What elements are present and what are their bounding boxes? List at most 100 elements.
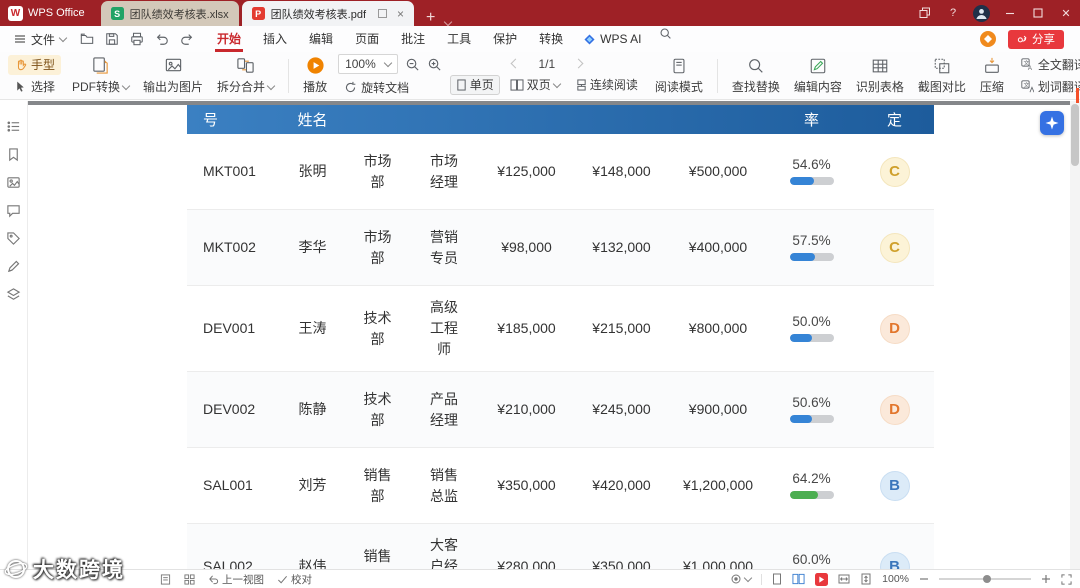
edit-content-button[interactable]: 编辑内容 (787, 55, 849, 97)
grade-badge: C (879, 156, 910, 187)
continuous-read-button[interactable]: 连续阅读 (570, 75, 644, 95)
grid-view-icon[interactable] (184, 573, 195, 585)
help-icon[interactable]: ? (939, 0, 967, 26)
tag-panel-icon[interactable] (6, 231, 21, 246)
cell-amount-3: ¥400,000 (688, 239, 748, 255)
play-slideshow-button[interactable] (815, 572, 829, 586)
double-page-view-icon[interactable] (792, 573, 805, 585)
tab-list-caret-icon[interactable] (444, 17, 453, 27)
image-panel-icon[interactable] (6, 175, 21, 190)
user-avatar[interactable] (973, 4, 990, 22)
minimize-button[interactable] (996, 0, 1024, 26)
zoom-select[interactable]: 100% (338, 54, 398, 74)
header-cell: 号 (203, 112, 219, 129)
cell-name: 陈静 (298, 401, 327, 417)
pin-tab-icon[interactable] (378, 9, 388, 18)
zoom-in-button[interactable] (1041, 574, 1051, 584)
document-workspace: 号 姓名 率 定 MKT001 张明 市场部 市场经理 ¥125,000 ¥14… (0, 88, 1080, 588)
select-tool-button[interactable]: 选择 (8, 77, 61, 97)
single-page-button[interactable]: 单页 (449, 74, 500, 95)
compress-button[interactable]: 压缩 (973, 55, 1011, 97)
header-cell (668, 105, 768, 134)
promotion-icon[interactable] (980, 31, 996, 47)
single-page-view-icon[interactable] (772, 573, 782, 585)
split-merge-button[interactable]: 拆分合并 (210, 54, 281, 97)
zoom-slider-thumb[interactable] (983, 575, 991, 583)
file-menu-button[interactable]: 文件 (8, 31, 72, 48)
outline-panel-icon[interactable] (6, 119, 21, 134)
fullscreen-button[interactable] (1061, 573, 1072, 585)
ribbon-tab-convert[interactable]: 转换 (528, 27, 574, 52)
fit-width-icon[interactable] (838, 573, 850, 585)
ribbon-tab-insert[interactable]: 插入 (252, 27, 298, 52)
double-page-icon (510, 78, 524, 91)
previous-view-button[interactable]: 上一视图 (208, 572, 264, 587)
read-mode-button[interactable]: 阅读模式 (648, 55, 710, 97)
zoom-slider[interactable] (939, 575, 1031, 583)
page-thumb-icon[interactable] (160, 573, 171, 585)
open-file-icon[interactable] (80, 32, 94, 46)
zoom-percent-label[interactable]: 100% (882, 573, 909, 585)
ribbon-search-icon[interactable] (651, 27, 680, 52)
maximize-button[interactable] (1024, 0, 1052, 26)
window-layout-icon[interactable] (911, 0, 939, 26)
print-icon[interactable] (130, 32, 144, 46)
scrollbar-thumb[interactable] (1071, 104, 1079, 166)
svg-text:文: 文 (1023, 81, 1029, 89)
ribbon-tab-home[interactable]: 开始 (206, 27, 252, 52)
ribbon-tab-protect[interactable]: 保护 (482, 27, 528, 52)
document-tab-xlsx[interactable]: S 团队绩效考核表.xlsx (100, 1, 239, 26)
document-tab-pdf[interactable]: P 团队绩效考核表.pdf × (241, 1, 415, 26)
document-tabs: S 团队绩效考核表.xlsx P 团队绩效考核表.pdf × + (100, 0, 453, 27)
share-button[interactable]: 分享 (1008, 29, 1064, 49)
layers-panel-icon[interactable] (6, 287, 21, 302)
ribbon-tab-wps-ai[interactable]: WPS AI (574, 27, 651, 52)
recognize-table-button[interactable]: 识别表格 (849, 55, 911, 97)
screenshot-compare-button[interactable]: 截图对比 (911, 55, 973, 97)
bookmark-panel-icon[interactable] (6, 147, 21, 162)
double-page-button[interactable]: 双页 (504, 75, 566, 95)
assistant-floating-button[interactable] (1040, 111, 1064, 135)
comment-panel-icon[interactable] (6, 203, 21, 218)
pdf-convert-button[interactable]: PDF转换 (65, 54, 136, 97)
export-image-button[interactable]: 输出为图片 (136, 54, 210, 97)
header-cell (345, 105, 410, 134)
play-icon (306, 57, 324, 74)
spreadsheet-file-icon: S (110, 7, 124, 20)
translate-full-button[interactable]: 文A 全文翻译 (1015, 55, 1080, 75)
ribbon-tabs: 开始 插入 编辑 页面 批注 工具 保护 转换 WPS AI (206, 27, 680, 52)
cell-amount-1: ¥125,000 (497, 163, 556, 179)
ribbon-tab-comment[interactable]: 批注 (390, 27, 436, 52)
zoom-out-icon[interactable] (405, 57, 420, 72)
play-button[interactable]: 播放 (296, 54, 334, 97)
proofread-button[interactable]: 校对 (277, 572, 312, 587)
fit-page-icon[interactable] (860, 573, 872, 585)
hand-tool-button[interactable]: 手型 (8, 54, 62, 75)
zoom-out-button[interactable] (919, 574, 929, 584)
cell-employee-id: DEV001 (203, 320, 256, 336)
ribbon-tab-edit[interactable]: 编辑 (298, 27, 344, 52)
close-tab-icon[interactable]: × (397, 8, 404, 20)
locate-page-button[interactable] (730, 573, 753, 585)
page-indicator[interactable]: 1/1 (535, 57, 559, 71)
translate-word-button[interactable]: 文 划词翻译 (1015, 77, 1080, 97)
cell-name: 李华 (298, 239, 327, 255)
find-replace-button[interactable]: 查找替换 (725, 55, 787, 97)
ribbon-tab-page[interactable]: 页面 (344, 27, 390, 52)
cell-amount-2: ¥245,000 (592, 401, 651, 417)
new-tab-button[interactable]: + (426, 10, 435, 26)
vertical-scrollbar[interactable] (1070, 88, 1080, 570)
save-icon[interactable] (105, 32, 119, 46)
undo-icon[interactable] (155, 32, 169, 46)
close-window-button[interactable]: ✕ (1052, 0, 1080, 26)
cell-grade: D (855, 372, 934, 447)
ribbon-tab-tools[interactable]: 工具 (436, 27, 482, 52)
redo-icon[interactable] (180, 32, 194, 46)
prev-page-icon[interactable] (510, 58, 521, 69)
zoom-in-icon[interactable] (427, 57, 442, 72)
rotate-document-button[interactable]: 旋转文档 (338, 78, 442, 97)
next-page-icon[interactable] (573, 58, 584, 69)
annotate-panel-icon[interactable] (6, 259, 21, 274)
find-replace-icon (748, 58, 763, 73)
header-cell: 姓名 (297, 112, 328, 129)
